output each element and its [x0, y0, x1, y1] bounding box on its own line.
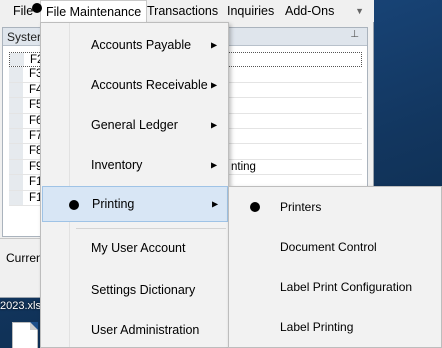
row-gutter — [9, 144, 23, 159]
menu-file-maintenance[interactable]: File Maintenance — [40, 0, 148, 22]
file-maintenance-dropdown: Accounts Payable ▶ Accounts Receivable ▶… — [40, 22, 229, 348]
menu-separator — [76, 228, 226, 229]
menu-item-my-user-account[interactable]: My User Account — [42, 230, 228, 266]
submenu-item-label: Printers — [280, 200, 322, 214]
cursor-marker-icon — [69, 200, 79, 210]
menu-add-ons[interactable]: Add-Ons — [280, 0, 339, 22]
pin-icon[interactable]: ⊥ — [350, 29, 359, 40]
submenu-arrow-icon: ▶ — [211, 120, 218, 130]
menu-item-label: Printing — [92, 197, 135, 211]
menu-item-label: General Ledger — [91, 118, 178, 132]
row-gutter — [9, 175, 23, 190]
cursor-marker-icon — [32, 3, 42, 13]
document-icon[interactable] — [12, 322, 38, 348]
row-gutter — [9, 67, 23, 82]
menu-item-printing[interactable]: Printing ▶ — [42, 186, 228, 222]
submenu-item-document-control[interactable]: Document Control — [230, 227, 441, 267]
menu-transactions[interactable]: Transactions — [142, 0, 223, 22]
row-gutter — [9, 159, 23, 175]
submenu-item-label-printing[interactable]: Label Printing — [230, 307, 441, 347]
panel-title: Syster — [7, 30, 42, 44]
row-gutter — [9, 128, 23, 144]
menu-inquiries[interactable]: Inquiries — [222, 0, 279, 22]
row-gutter — [9, 98, 23, 113]
menu-item-inventory[interactable]: Inventory ▶ — [42, 147, 228, 183]
chevron-down-icon[interactable]: ▼ — [355, 0, 364, 22]
menu-item-label: Settings Dictionary — [91, 283, 196, 297]
menu-item-accounts-receivable[interactable]: Accounts Receivable ▶ — [42, 67, 228, 103]
submenu-arrow-icon: ▶ — [211, 40, 218, 50]
row-gutter — [9, 113, 23, 128]
row-gutter — [9, 190, 23, 205]
submenu-arrow-icon: ▶ — [211, 160, 218, 170]
menu-item-label: My User Account — [91, 241, 186, 255]
menu-item-accounts-payable[interactable]: Accounts Payable ▶ — [42, 27, 228, 63]
menu-bar: File File Maintenance Transactions Inqui… — [0, 0, 374, 22]
submenu-item-label: Label Print Configuration — [280, 280, 413, 294]
submenu-arrow-icon: ▶ — [212, 199, 219, 209]
menu-item-label: Accounts Payable — [91, 38, 192, 52]
menu-item-general-ledger[interactable]: General Ledger ▶ — [42, 107, 228, 143]
submenu-item-label: Document Control — [280, 240, 377, 254]
submenu-arrow-icon: ▶ — [211, 80, 218, 90]
submenu-item-printers[interactable]: Printers — [230, 187, 441, 227]
row-gutter — [9, 82, 23, 98]
submenu-item-label-print-configuration[interactable]: Label Print Configuration — [230, 267, 441, 307]
function-key-text: nting — [231, 160, 256, 173]
row-gutter — [10, 53, 24, 67]
cursor-marker-icon — [250, 202, 260, 212]
submenu-item-label: Label Printing — [280, 320, 354, 334]
printing-submenu: Printers Document Control Label Print Co… — [228, 186, 442, 348]
menu-item-label: Inventory — [91, 158, 143, 172]
menu-item-label: Accounts Receivable — [91, 78, 208, 92]
status-text: Curren — [6, 251, 43, 265]
menu-item-user-administration[interactable]: User Administration — [42, 312, 228, 348]
menu-item-settings-dictionary[interactable]: Settings Dictionary — [42, 272, 228, 308]
desktop-file-label[interactable]: 2023.xls — [0, 300, 41, 312]
menu-item-label: User Administration — [91, 323, 200, 337]
